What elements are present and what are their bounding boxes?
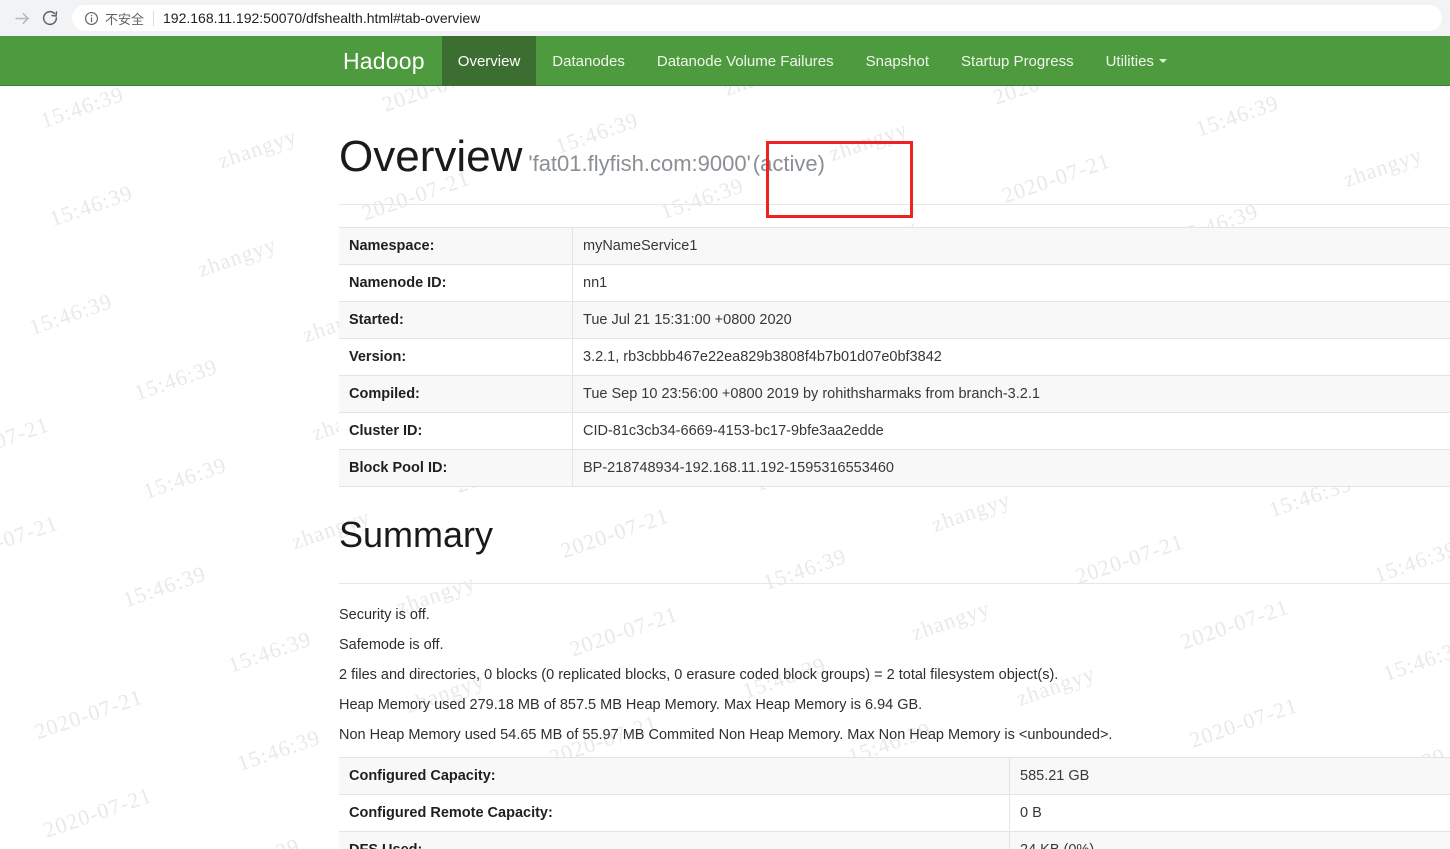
row-value: 585.21 GB <box>1009 757 1450 795</box>
summary-line: 2 files and directories, 0 blocks (0 rep… <box>339 667 1059 683</box>
security-status-label[interactable]: 不安全 <box>105 9 144 28</box>
table-row: Namespace: myNameService1 <box>339 227 1450 265</box>
table-row: Cluster ID: CID-81c3cb34-6669-4153-bc17-9… <box>339 412 1450 450</box>
table-row: Namenode ID: nn1 <box>339 264 1450 302</box>
table-row: Version: 3.2.1, rb3cbbb467e22ea829b3808f4… <box>339 338 1450 376</box>
table-row: Compiled: Tue Sep 10 23:56:00 +0800 2019 … <box>339 375 1450 413</box>
summary-heading: Summary <box>339 514 494 555</box>
namenode-state: (active) <box>752 151 825 176</box>
page-title: Overview'fat01.flyfish.com:9000'(active) <box>339 135 825 179</box>
capacity-table: Configured Capacity: 585.21 GB Configured … <box>339 757 1450 849</box>
overview-table: Namespace: myNameService1 Namenode ID: nn1 S… <box>339 227 1450 487</box>
page-content: Overview'fat01.flyfish.com:9000'(active)… <box>0 86 1450 849</box>
reload-icon[interactable] <box>36 4 64 32</box>
table-row: Started: Tue Jul 21 15:31:00 +0800 2020 <box>339 301 1450 339</box>
info-circle-icon[interactable] <box>84 11 99 26</box>
row-value: nn1 <box>572 264 1450 302</box>
row-key: Block Pool ID: <box>339 449 573 487</box>
row-key: Namespace: <box>339 227 573 265</box>
row-value: myNameService1 <box>572 227 1450 265</box>
tab-utilities-label: Utilities <box>1105 52 1154 70</box>
chevron-down-icon <box>1158 59 1167 63</box>
url-text[interactable]: 192.168.11.192:50070/dfshealth.html#tab-… <box>163 10 480 26</box>
tab-startup-progress[interactable]: Startup Progress <box>945 36 1090 86</box>
row-key: Cluster ID: <box>339 412 573 450</box>
hadoop-navbar: Hadoop Overview Datanodes Datanode Volum… <box>0 36 1450 86</box>
row-key: Configured Capacity: <box>339 757 1010 795</box>
row-key: Started: <box>339 301 573 339</box>
summary-line: Safemode is off. <box>339 637 444 653</box>
row-value: Tue Jul 21 15:31:00 +0800 2020 <box>572 301 1450 339</box>
namenode-host: 'fat01.flyfish.com:9000' <box>528 151 751 176</box>
row-value: 0 B <box>1009 794 1450 832</box>
summary-text-block: Security is off. Safemode is off. 2 files … <box>339 600 1440 750</box>
row-value: Tue Sep 10 23:56:00 +0800 2019 by rohith… <box>572 375 1450 413</box>
row-key: DFS Used: <box>339 831 1010 849</box>
table-row: Configured Remote Capacity: 0 B <box>339 794 1450 832</box>
summary-divider <box>339 583 1450 584</box>
summary-line: Security is off. <box>339 607 430 623</box>
brand-hadoop[interactable]: Hadoop <box>326 36 442 86</box>
tab-datanode-volume-failures[interactable]: Datanode Volume Failures <box>641 36 850 86</box>
title-divider <box>339 204 1450 205</box>
row-key: Configured Remote Capacity: <box>339 794 1010 832</box>
row-value: 24 KB (0%) <box>1009 831 1450 849</box>
row-value: CID-81c3cb34-6669-4153-bc17-9bfe3aa2edde <box>572 412 1450 450</box>
tab-snapshot[interactable]: Snapshot <box>850 36 945 86</box>
navbar-items: Hadoop Overview Datanodes Datanode Volum… <box>326 36 1183 86</box>
table-row: Configured Capacity: 585.21 GB <box>339 757 1450 795</box>
row-key: Compiled: <box>339 375 573 413</box>
omnibox-divider <box>153 10 155 26</box>
row-key: Version: <box>339 338 573 376</box>
forward-arrow-icon[interactable] <box>8 4 36 32</box>
address-bar[interactable]: 不安全 192.168.11.192:50070/dfshealth.html#… <box>72 5 1442 31</box>
table-row: Block Pool ID: BP-218748934-192.168.11.19… <box>339 449 1450 487</box>
row-value: BP-218748934-192.168.11.192-159531655346… <box>572 449 1450 487</box>
browser-toolbar: 不安全 192.168.11.192:50070/dfshealth.html#… <box>0 0 1450 36</box>
summary-line: Non Heap Memory used 54.65 MB of 55.97 M… <box>339 727 1113 743</box>
row-key: Namenode ID: <box>339 264 573 302</box>
tab-overview[interactable]: Overview <box>441 36 537 86</box>
row-value: 3.2.1, rb3cbbb467e22ea829b3808f4b7b01d07… <box>572 338 1450 376</box>
page-title-text: Overview <box>339 132 523 181</box>
tab-utilities[interactable]: Utilities <box>1090 36 1183 86</box>
tab-datanodes[interactable]: Datanodes <box>536 36 641 86</box>
summary-line: Heap Memory used 279.18 MB of 857.5 MB H… <box>339 697 923 713</box>
table-row: DFS Used:24 KB (0%) <box>339 831 1450 849</box>
